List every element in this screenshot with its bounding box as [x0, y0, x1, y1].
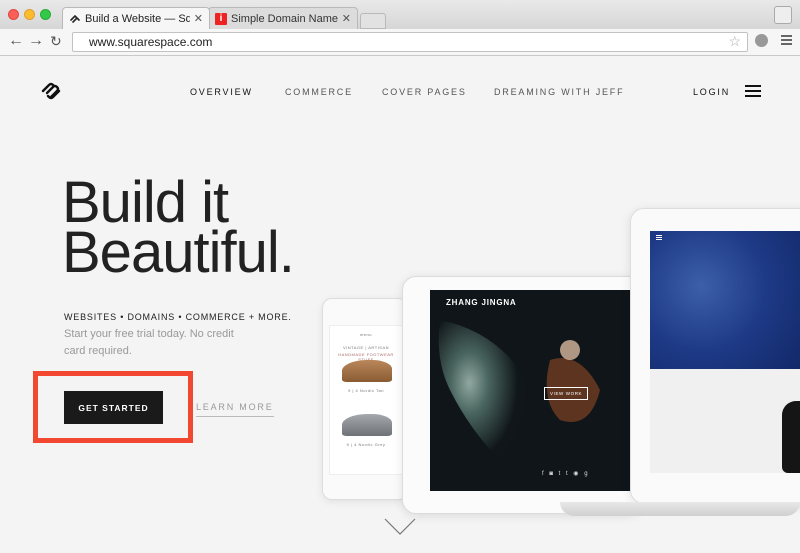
phone-mockup: menu VINTAGE | ARTISAN HANDMADE FOOTWEAR…	[322, 298, 408, 500]
social-icons: f ◙ t t ◉ g	[542, 471, 590, 477]
zoom-window-button[interactable]	[40, 9, 51, 20]
phone-heading: VINTAGE | ARTISAN	[342, 345, 390, 350]
tablet-mockup: ZHANG JINGNA VIEW WORK f ◙ t t ◉ g	[402, 276, 642, 514]
laptop-screen	[650, 231, 800, 473]
learn-more-link[interactable]: LEARN MORE	[196, 402, 274, 417]
info-favicon-icon: i	[215, 12, 227, 25]
hero-tagline: WEBSITES • DOMAINS • COMMERCE + MORE.	[64, 312, 292, 322]
laptop-lower-panel	[650, 369, 800, 473]
phone-screen: menu VINTAGE | ARTISAN HANDMADE FOOTWEAR…	[329, 325, 403, 475]
browser-menu-icon[interactable]	[781, 35, 792, 47]
profile-icon[interactable]	[774, 6, 792, 24]
bookmark-star-icon[interactable]: ☆	[728, 33, 741, 50]
forward-arrow-icon[interactable]: →	[28, 32, 44, 50]
squarespace-logo-icon[interactable]	[40, 82, 62, 100]
new-tab-button[interactable]	[360, 13, 386, 29]
nav-overview[interactable]: OVERVIEW	[190, 87, 253, 97]
hamburger-menu-icon[interactable]	[745, 85, 761, 100]
headline-line-2: Beautiful.	[62, 220, 295, 285]
tab-close-icon[interactable]: ✕	[342, 12, 351, 25]
phone-item-2: 9 | 4 Nordic Grey	[346, 442, 386, 447]
reload-icon[interactable]: ↻	[50, 33, 62, 50]
get-started-button[interactable]: GET STARTED	[64, 391, 163, 424]
phone-item-1: 9 | 4 Nordic Tan	[348, 388, 384, 393]
tab-title: Build a Website — Squarespace	[85, 12, 190, 25]
squarespace-page: OVERVIEW COMMERCE COVER PAGES DREAMING W…	[0, 56, 800, 553]
tab-domain-registration[interactable]: i Simple Domain Name Registration ✕	[208, 7, 358, 29]
blue-leather-image	[650, 231, 800, 369]
nav-commerce[interactable]: COMMERCE	[285, 87, 353, 97]
tablet-screen: ZHANG JINGNA VIEW WORK f ◙ t t ◉ g	[430, 290, 630, 491]
minimize-window-button[interactable]	[24, 9, 35, 20]
tan-shoe-image	[342, 360, 392, 382]
underwater-photo	[430, 290, 630, 491]
laptop-menu-icon	[656, 235, 662, 240]
scroll-down-chevron-icon[interactable]	[384, 518, 416, 536]
back-arrow-icon[interactable]: ←	[8, 32, 24, 50]
grey-shoe-image	[342, 414, 392, 436]
view-work-button: VIEW WORK	[544, 387, 589, 400]
nav-dreaming-with-jeff[interactable]: DREAMING WITH JEFF	[494, 87, 624, 97]
login-link[interactable]: LOGIN	[693, 87, 730, 97]
tab-squarespace[interactable]: Build a Website — Squarespace ✕	[62, 7, 210, 29]
black-bag-image	[782, 401, 800, 473]
hero-headline: Build it Beautiful.	[62, 174, 295, 285]
url-text: www.squarespace.com	[89, 35, 213, 49]
browser-titlebar: Build a Website — Squarespace ✕ i Simple…	[0, 0, 800, 29]
tablet-site-title: ZHANG JINGNA	[446, 298, 517, 307]
close-window-button[interactable]	[8, 9, 19, 20]
address-bar[interactable]: www.squarespace.com ☆	[72, 32, 748, 52]
tab-close-icon[interactable]: ✕	[194, 12, 203, 25]
hero-subtext: Start your free trial today. No credit c…	[64, 328, 234, 357]
browser-toolbar: ← → ↻ www.squarespace.com ☆	[0, 29, 800, 56]
squarespace-favicon-icon	[69, 13, 81, 25]
nav-cover-pages[interactable]: COVER PAGES	[382, 87, 467, 97]
tab-title: Simple Domain Name Registration	[231, 12, 338, 25]
laptop-mockup	[630, 208, 800, 504]
extension-icon[interactable]	[755, 34, 768, 47]
phone-menu-label: menu	[359, 332, 372, 337]
laptop-base	[560, 502, 800, 516]
